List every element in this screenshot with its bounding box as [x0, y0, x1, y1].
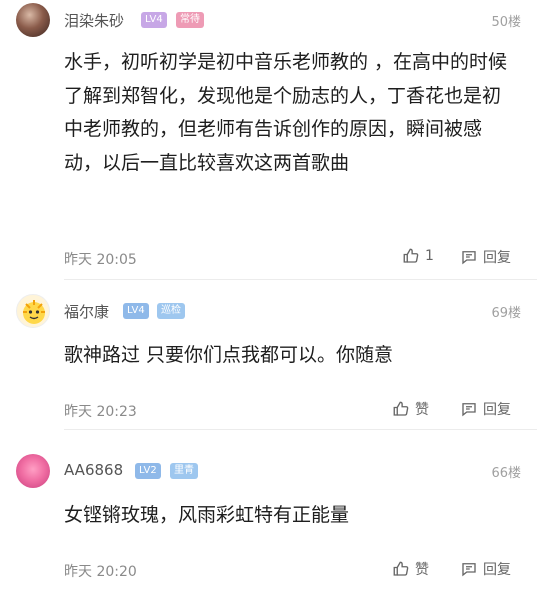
comment-text: 女铿锵玫瑰，风雨彩虹特有正能量	[64, 504, 350, 526]
user-tag-badge: 巡检	[157, 303, 185, 319]
level-badge: LV2	[135, 463, 161, 479]
thumbs-up-icon	[393, 401, 409, 416]
comment-text: 歌神路过 只要你们点我都可以。你随意	[64, 344, 394, 366]
comment-time: 昨天 20:23	[64, 404, 137, 420]
user-tag-badge: 常待	[176, 12, 204, 28]
user-tag-badge: 里青	[170, 463, 198, 479]
comment-time: 昨天 20:05	[64, 252, 137, 268]
like-label: 赞	[415, 402, 429, 418]
like-button[interactable]: 赞	[392, 399, 429, 419]
comment-time: 昨天 20:20	[64, 564, 137, 580]
floor-number: 66楼	[491, 466, 521, 481]
comment-bubble-icon	[462, 563, 476, 577]
reply-button[interactable]: 回复	[460, 247, 511, 267]
reply-button[interactable]: 回复	[460, 559, 511, 579]
thumbs-up-icon	[393, 561, 409, 576]
reply-button[interactable]: 回复	[460, 399, 511, 419]
reply-label: 回复	[483, 250, 511, 266]
like-label: 赞	[415, 562, 429, 578]
reply-label: 回复	[483, 562, 511, 578]
comment-bubble-icon	[462, 403, 476, 417]
avatar[interactable]	[16, 294, 50, 328]
comment-text: 水手，初听初学是初中音乐老师教的 ，在高中的时候了解到郑智化，发现他是个励志的人…	[64, 51, 508, 174]
username[interactable]: 福尔康	[64, 301, 109, 322]
comment-item: AA6868 LV2 里青 66楼 女铿锵玫瑰，风雨彩虹特有正能量 昨天 20:…	[0, 430, 537, 600]
floor-number: 69楼	[491, 306, 521, 321]
comment-bubble-icon	[462, 251, 476, 265]
floor-number: 50楼	[491, 15, 521, 30]
avatar[interactable]	[16, 454, 50, 488]
reply-label: 回复	[483, 402, 511, 418]
level-badge: LV4	[141, 12, 167, 28]
like-count: 1	[425, 248, 434, 264]
level-badge: LV4	[123, 303, 149, 319]
like-button[interactable]: 赞	[392, 559, 429, 579]
comment-item: 福尔康 LV4 巡检 69楼 歌神路过 只要你们点我都可以。你随意 昨天 20:…	[0, 280, 537, 430]
avatar[interactable]	[16, 3, 50, 37]
username[interactable]: AA6868	[64, 461, 123, 479]
username[interactable]: 泪染朱砂	[64, 10, 124, 31]
thumbs-up-icon	[403, 248, 419, 263]
like-button[interactable]: 1	[402, 247, 434, 265]
comment-item: 泪染朱砂 LV4 常待 50楼 水手，初听初学是初中音乐老师教的 ，在高中的时候…	[0, 0, 537, 280]
